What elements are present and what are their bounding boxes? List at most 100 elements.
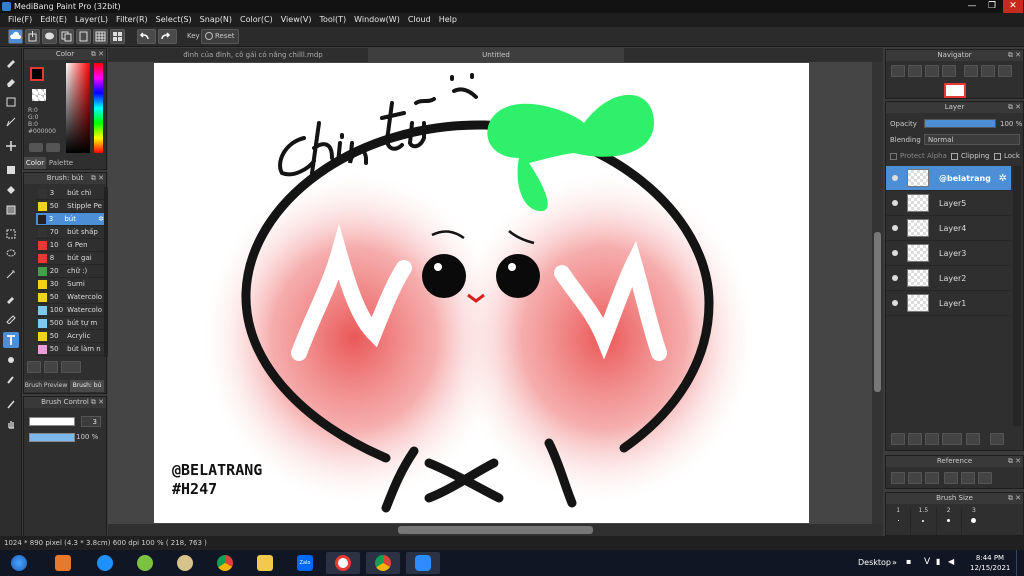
actual-size-icon[interactable] [942,65,956,77]
menu-snap[interactable]: Snap(N) [196,13,236,27]
copy-icon[interactable] [59,29,74,44]
tray-icon[interactable]: ▪ [906,557,911,566]
brush-size-option[interactable]: 3 [962,507,986,535]
brush-size-option[interactable]: 2 [937,507,962,535]
chrome-window-icon[interactable] [366,552,400,574]
panel-controls-icon[interactable]: ⧉ ✕ [1008,456,1021,467]
bucket-tool-icon[interactable] [3,182,19,198]
foreground-color-swatch[interactable] [30,67,44,81]
layer-settings-icon[interactable]: ✲ [999,173,1007,184]
brush-item[interactable]: 500 bút tự m [36,317,104,330]
brush-item[interactable]: 50 Stipple Pe [36,200,104,213]
new-layer-icon[interactable] [891,433,905,445]
eraser-tool-icon[interactable] [3,74,19,90]
panel-controls-icon[interactable]: ⧉ ✕ [91,49,104,60]
internet-explorer-icon[interactable] [88,552,122,574]
page-icon[interactable] [76,29,91,44]
visibility-icon[interactable] [892,175,898,181]
visibility-icon[interactable] [892,300,898,306]
menu-file[interactable]: File(F) [4,13,36,27]
reset-button[interactable]: Reset [201,29,239,44]
menu-tool[interactable]: Tool(T) [315,13,350,27]
menu-help[interactable]: Help [435,13,461,27]
add-brush-icon[interactable] [27,361,41,373]
brush-item[interactable]: 30 Sumi [36,278,104,291]
rectangle-select-icon[interactable] [3,94,19,110]
magic-wand-icon[interactable] [3,266,19,282]
paint-palette-icon[interactable] [168,552,202,574]
tab-palette[interactable]: Palette [47,157,75,169]
layer-opacity-slider[interactable] [924,119,996,128]
layer-row[interactable]: Layer5 [886,191,1011,216]
brush-item[interactable]: 3 bút ✲ [36,213,104,226]
rotate-left-icon[interactable] [964,65,978,77]
canvas-horizontal-scrollbar[interactable] [108,524,883,536]
operation-tool-icon[interactable] [3,352,19,368]
tab-color[interactable]: Color [24,157,46,169]
pen-path-icon[interactable] [3,114,19,130]
hand-tool-icon[interactable] [3,416,19,432]
visibility-icon[interactable] [892,250,898,256]
menu-select[interactable]: Select(S) [152,13,196,27]
reference-fit-icon[interactable] [961,472,975,484]
grid-icon[interactable] [93,29,108,44]
rotate-right-icon[interactable] [998,65,1012,77]
drawing-canvas[interactable]: @BELATRANG #H247 [154,63,809,523]
duplicate-layer-icon[interactable] [990,433,1004,445]
media-player-icon[interactable] [46,552,80,574]
visibility-icon[interactable] [892,225,898,231]
visibility-icon[interactable] [892,275,898,281]
tray-chevron-icon[interactable]: » [892,558,897,567]
reset-view-icon[interactable] [981,65,995,77]
medibang-taskbar-icon[interactable] [326,552,360,574]
windows-start-icon[interactable] [2,552,36,574]
brush-item[interactable]: 70 bút shấp [36,226,104,239]
tab-brush[interactable]: Brush: bú [70,380,104,392]
menu-filter[interactable]: Filter(R) [112,13,152,27]
hue-slider[interactable] [94,63,103,153]
menu-cloud[interactable]: Cloud [404,13,435,27]
input-method-icon[interactable]: V [924,557,930,567]
file-explorer-icon[interactable] [248,552,282,574]
canvas-vertical-scrollbar[interactable] [872,62,883,524]
brush-item[interactable]: 50 Watercolo [36,291,104,304]
fit-icon[interactable] [925,65,939,77]
add-layer-menu-icon[interactable] [942,433,962,445]
new-1bit-layer-icon[interactable] [925,433,939,445]
brush-item[interactable]: 10 G Pen [36,239,104,252]
menu-view[interactable]: View(V) [277,13,316,27]
panel-controls-icon[interactable]: ⧉ ✕ [1008,50,1021,61]
color-option-icon[interactable] [29,143,43,152]
tile-icon[interactable] [110,29,125,44]
close-button[interactable]: ✕ [1003,0,1023,13]
volume-icon[interactable]: ◀ [948,557,954,566]
menu-edit[interactable]: Edit(E) [36,13,71,27]
brush-item[interactable]: 100 Watercolo [36,304,104,317]
zalo-icon[interactable]: Zalo [288,552,322,574]
color-gradient-box[interactable] [66,63,90,153]
redo-icon[interactable] [158,29,177,44]
horizontal-scroll-thumb[interactable] [398,526,593,534]
panel-controls-icon[interactable]: ⧉ ✕ [91,397,104,408]
gradient-tool-icon[interactable] [3,202,19,218]
tab-untitled[interactable]: Untitled [368,48,624,62]
undo-icon[interactable] [137,29,156,44]
lasso-tool-icon[interactable] [3,246,19,262]
lock-checkbox[interactable]: Lock [994,152,1020,160]
chrome-icon[interactable] [208,552,242,574]
fill-rect-icon[interactable] [3,162,19,178]
brush-item[interactable]: 50 bút làm n [36,343,104,356]
vertical-scroll-thumb[interactable] [874,232,881,392]
tab-document-1[interactable]: đinh của đinh, cô gái có nắng chilll.mdp [138,48,368,62]
menu-window[interactable]: Window(W) [350,13,404,27]
brush-size-value[interactable]: 3 [81,416,101,427]
panel-controls-icon[interactable]: ⧉ ✕ [1008,102,1021,113]
comment-icon[interactable] [42,29,57,44]
spoit-tool-icon[interactable] [3,396,19,412]
brush-item[interactable]: 20 chữ :) [36,265,104,278]
panel-controls-icon[interactable]: ⧉ ✕ [91,173,104,184]
menu-layer[interactable]: Layer(L) [71,13,112,27]
reference-zoom-in-icon[interactable] [944,472,958,484]
brush-tool-icon[interactable] [3,54,19,70]
brush-opacity-slider[interactable] [29,433,75,442]
